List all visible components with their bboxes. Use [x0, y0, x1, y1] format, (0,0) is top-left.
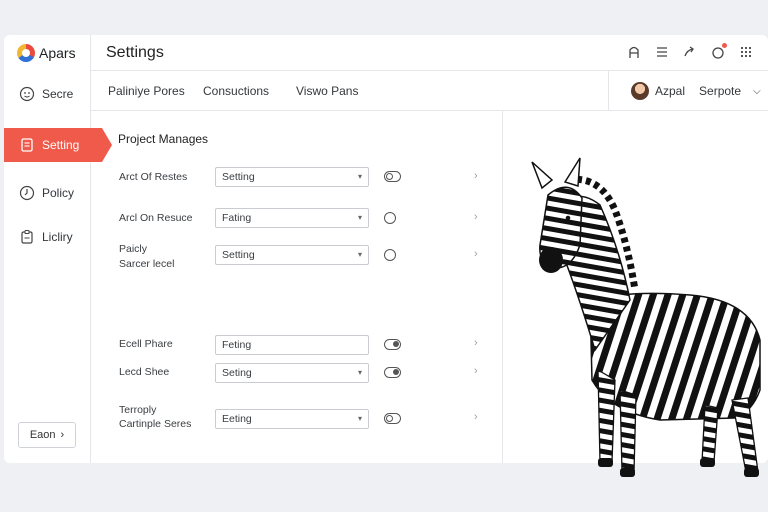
- menu-icon[interactable]: [654, 44, 670, 60]
- sidebar-footer-button[interactable]: Eaon ›: [18, 422, 76, 448]
- chevron-right-icon[interactable]: ›: [474, 411, 478, 423]
- notification-icon[interactable]: [710, 43, 727, 60]
- section-title: Project Manages: [118, 132, 209, 146]
- row-toggle[interactable]: [384, 367, 401, 378]
- page-title: Settings: [106, 44, 164, 61]
- row-label: Arct Of Restes: [119, 171, 188, 183]
- row-label: Terroply: [119, 404, 157, 416]
- face-icon: [19, 86, 35, 102]
- row-label-secondary: Sarcer lecel: [119, 258, 175, 270]
- row-label-secondary: Cartinple Seres: [119, 418, 192, 430]
- chevron-down-icon: ▾: [357, 414, 362, 423]
- chevron-down-icon: ⌵: [753, 85, 761, 97]
- chevron-right-icon[interactable]: ›: [474, 170, 478, 182]
- zebra-illustration: [531, 157, 761, 477]
- row-select[interactable]: Eeting ▾: [215, 409, 369, 429]
- row-label: Paicly: [119, 243, 148, 255]
- chevron-right-icon: ›: [60, 429, 65, 441]
- tab-paliniye-pores[interactable]: Paliniye Pores: [108, 84, 185, 98]
- row-radio[interactable]: [384, 212, 396, 224]
- tab-viswo-pans[interactable]: Viswo Pans: [296, 84, 358, 98]
- sidebar-item-label: Secre: [42, 87, 74, 101]
- clock-icon: [19, 185, 35, 201]
- select-value: Seting: [222, 367, 252, 379]
- sidebar-item-label: Setting: [42, 138, 80, 152]
- chevron-right-icon[interactable]: ›: [474, 211, 478, 223]
- top-bar: Settings: [91, 35, 768, 71]
- row-toggle[interactable]: [384, 339, 401, 350]
- chevron-down-icon: ▾: [357, 368, 362, 377]
- chevron-right-icon[interactable]: ›: [474, 248, 478, 260]
- row-toggle[interactable]: [384, 171, 401, 182]
- sidebar-item-label: Licliry: [42, 230, 73, 244]
- input-value: Feting: [222, 339, 252, 351]
- row-input[interactable]: Feting: [215, 335, 369, 355]
- sidebar-item-licliry[interactable]: Licliry: [4, 220, 102, 254]
- row-label: Lecd Shee: [119, 366, 170, 378]
- top-icons: [626, 43, 754, 60]
- row-select[interactable]: Setting ▾: [215, 167, 369, 187]
- select-value: Fating: [222, 212, 252, 224]
- row-toggle[interactable]: [384, 413, 401, 424]
- chevron-right-icon[interactable]: ›: [474, 337, 478, 349]
- row-select[interactable]: Fating ▾: [215, 208, 369, 228]
- chevron-right-icon[interactable]: ›: [474, 365, 478, 377]
- brand[interactable]: Apars: [17, 44, 76, 62]
- tab-consuctions[interactable]: Consuctions: [203, 84, 269, 98]
- chevron-down-icon: ▾: [357, 250, 362, 259]
- brand-logo-icon: [17, 44, 35, 62]
- clipboard-icon: [21, 230, 33, 244]
- sidebar-item-label: Policy: [42, 186, 75, 200]
- user-first-name: Azpal: [655, 84, 686, 98]
- chevron-down-icon: ▾: [357, 172, 362, 181]
- tabs-bar: Paliniye Pores Consuctions Viswo Pans Az…: [91, 71, 768, 111]
- user-last-name: Serpote: [699, 84, 742, 98]
- share-icon[interactable]: [682, 44, 698, 60]
- select-value: Eeting: [222, 413, 252, 425]
- grid-icon[interactable]: [738, 44, 754, 60]
- row-radio[interactable]: [384, 249, 396, 261]
- row-select[interactable]: Setting ▾: [215, 245, 369, 265]
- avatar: [631, 82, 649, 100]
- settings-panel: Project Manages Arct Of Restes Setting ▾…: [91, 111, 503, 463]
- row-select[interactable]: Seting ▾: [215, 363, 369, 383]
- sidebar-item-policy[interactable]: Policy: [4, 176, 102, 210]
- user-menu[interactable]: Azpal Serpote ⌵: [608, 71, 768, 111]
- notification-badge: [722, 43, 727, 48]
- select-value: Setting: [222, 249, 255, 261]
- sidebar-item-setting[interactable]: Setting: [4, 128, 112, 162]
- sidebar-footer-label: Eaon: [29, 429, 56, 441]
- sidebar-item-secre[interactable]: Secre: [4, 77, 102, 111]
- document-icon: [21, 138, 33, 152]
- user-icon[interactable]: [626, 44, 642, 60]
- sidebar: Apars Secre Setting Policy Licliry Eaon …: [4, 35, 112, 463]
- row-label: Arcl On Resuce: [119, 212, 193, 224]
- brand-name: Apars: [39, 45, 76, 61]
- select-value: Setting: [222, 171, 255, 183]
- row-label: Ecell Phare: [119, 338, 173, 350]
- chevron-down-icon: ▾: [357, 213, 362, 222]
